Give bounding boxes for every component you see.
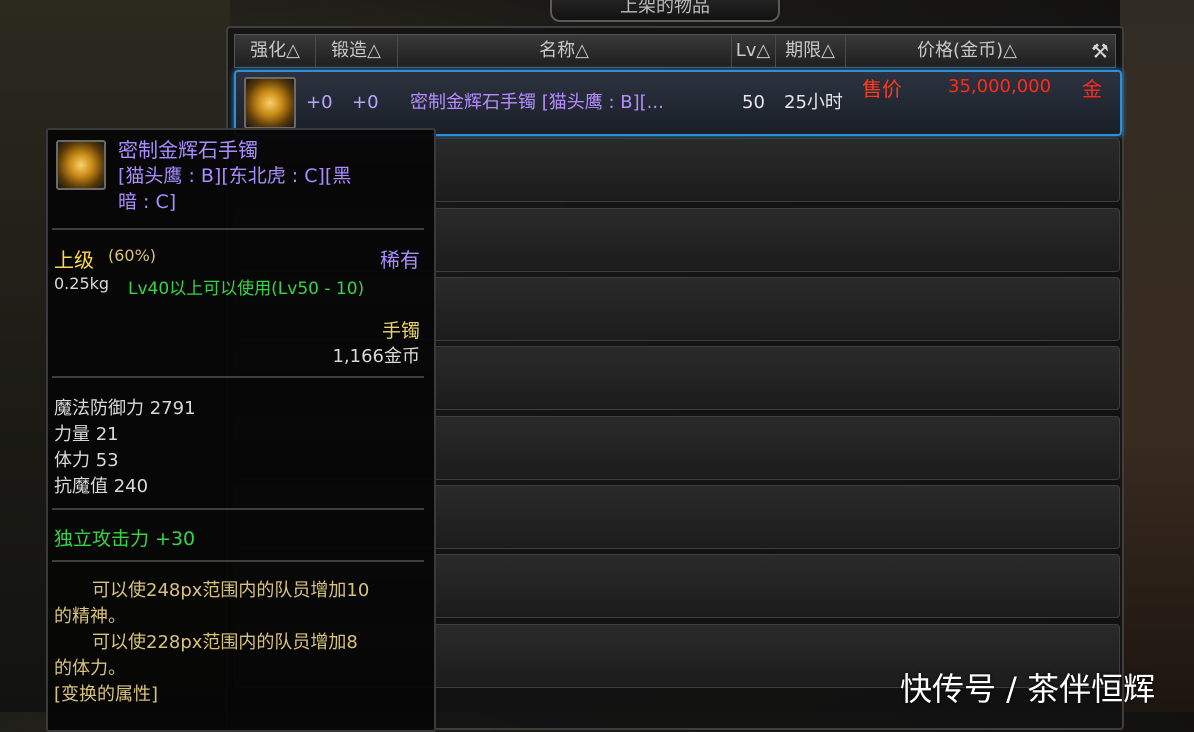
column-forge[interactable]: 锻造△ (315, 35, 398, 67)
bracelet-icon (244, 77, 296, 129)
forge-value: +0 (352, 92, 379, 113)
tooltip-effect-1: 可以使248px范围内的队员增加10 (92, 580, 370, 601)
tooltip-item-title: 密制金辉石手镯 (118, 138, 258, 162)
window-title-tab: 上架的物品 (550, 0, 780, 22)
watermark-text: 快传号 / 茶伴恒辉 (900, 670, 1156, 708)
tooltip-independent-attack: 独立攻击力 +30 (54, 528, 196, 550)
tooltip-stat: 体力 53 (54, 450, 119, 471)
item-name: 密制金辉石手镯 [猫头鹰 : B][... (410, 92, 664, 113)
tooltip-weight: 0.25kg (54, 274, 110, 293)
divider (52, 508, 424, 510)
tooltip-effect-2-cont: 的体力。 (54, 658, 126, 679)
listing-row-selected[interactable]: +0 +0 密制金辉石手镯 [猫头鹰 : B][... 50 25小时 售价 3… (234, 70, 1122, 163)
tooltip-grade: 上级 (54, 248, 94, 272)
tooltip-item-type: 手镯 (381, 320, 420, 342)
tooltip-stat: 抗魔值 240 (54, 476, 149, 497)
item-period: 25小时 (784, 92, 843, 113)
tooltip-effect-2: 可以使228px范围内的队员增加8 (92, 632, 358, 653)
tooltip-grade-percent: (60%) (108, 246, 157, 265)
divider (52, 228, 424, 230)
tooltip-sell-value: 1,166金币 (332, 346, 420, 367)
background-scenery-right (1120, 0, 1194, 712)
divider (52, 376, 424, 378)
tooltip-rarity: 稀有 (380, 248, 420, 272)
item-tooltip: 密制金辉石手镯 [猫头鹰 : B][东北虎 : C][黑 暗 : C] 上级 (… (46, 128, 436, 732)
sale-price-value: 35,000,000 (948, 76, 1052, 97)
column-enhance[interactable]: 强化△ (235, 35, 316, 67)
column-name[interactable]: 名称△ (397, 35, 732, 67)
sale-price-label: 售价 (862, 77, 902, 101)
item-level: 50 (742, 92, 765, 113)
enhance-value: +0 (306, 92, 333, 113)
bracelet-icon (56, 140, 106, 190)
tooltip-effect-1-cont: 的精神。 (54, 606, 126, 627)
tooltip-stat: 魔法防御力 2791 (54, 398, 196, 419)
column-lv[interactable]: Lv△ (731, 35, 776, 67)
tooltip-level-requirement: Lv40以上可以使用(Lv50 - 10) (128, 279, 365, 299)
tooltip-item-cards-1: [猫头鹰 : B][东北虎 : C][黑 (118, 165, 352, 187)
column-period[interactable]: 期限△ (775, 35, 846, 67)
tooltip-transform-label: [变换的属性] (54, 684, 159, 705)
sale-price-currency: 金币 (1082, 77, 1102, 163)
divider (52, 560, 424, 562)
tooltip-stat: 力量 21 (54, 424, 119, 445)
tooltip-item-cards-2: 暗 : C] (118, 191, 177, 213)
